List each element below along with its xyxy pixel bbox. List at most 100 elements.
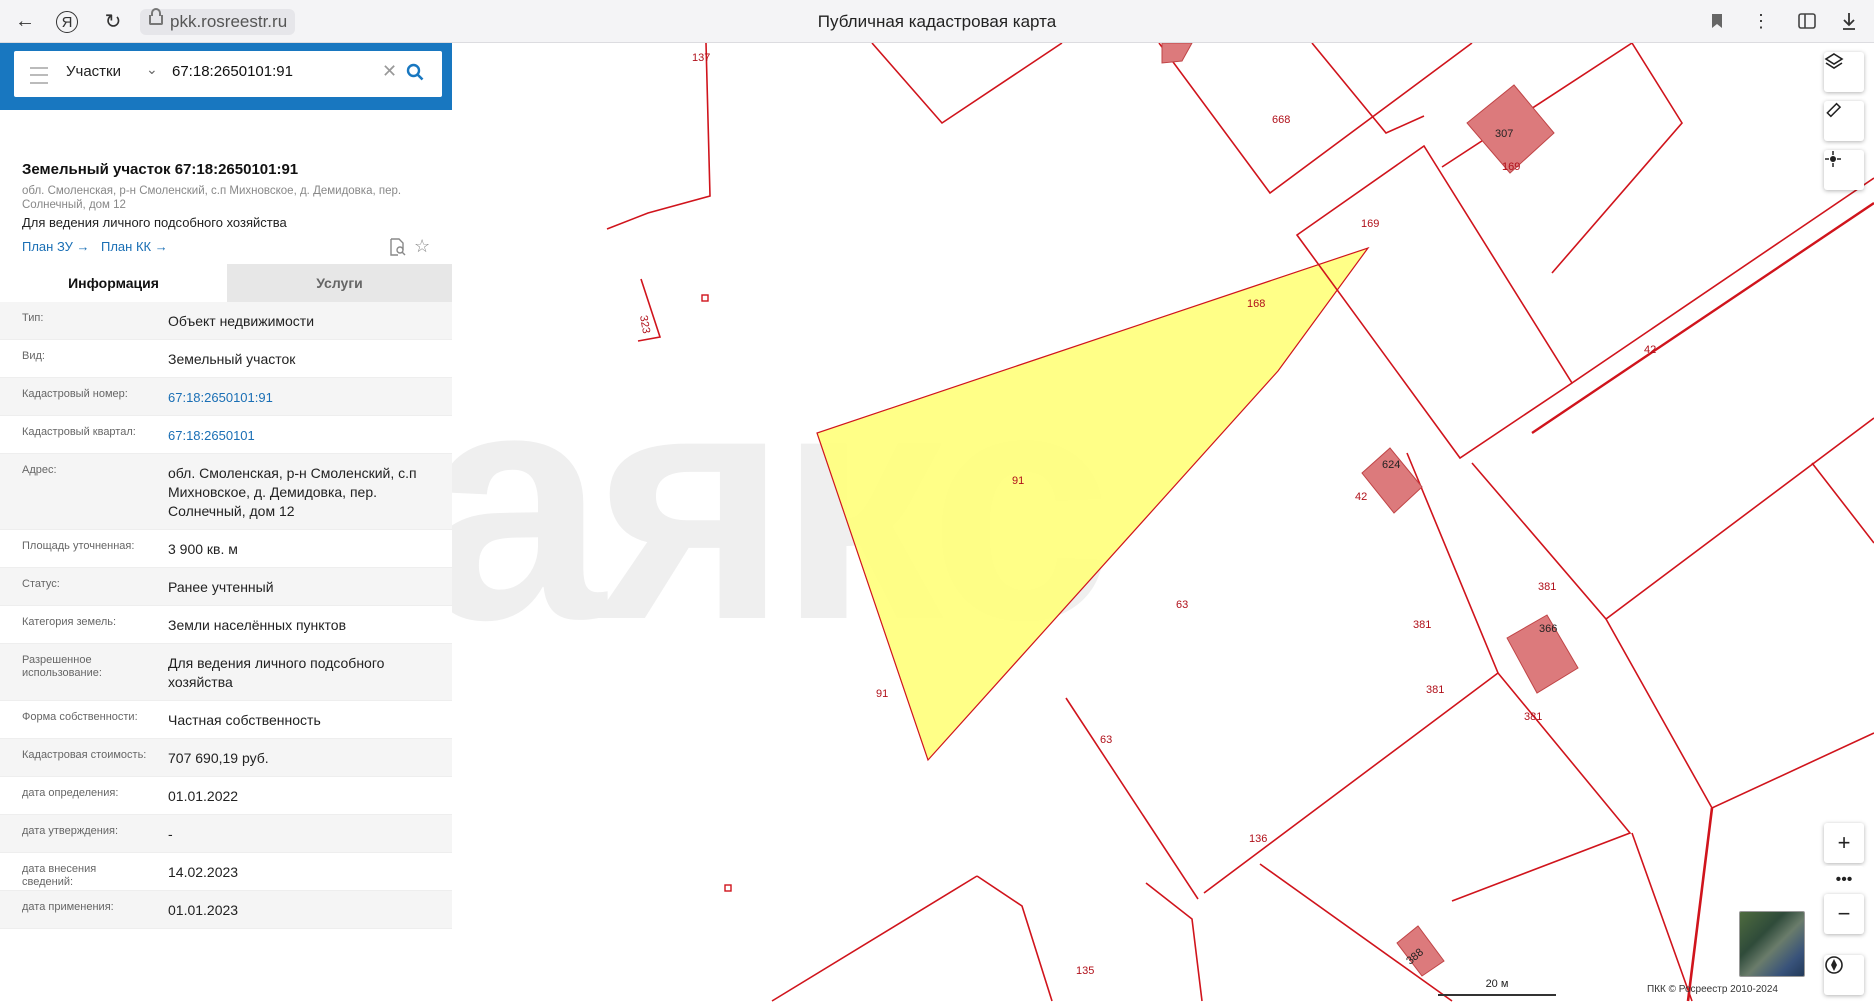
parcel-address: обл. Смоленская, р-н Смоленский, с.п Мих… [22,185,402,211]
parcel-label: 169 [1361,218,1379,230]
parcel-boundary [1605,618,1874,810]
property-row: Адрес: обл. Смоленская, р-н Смоленский, с… [0,454,452,530]
property-value: 707 690,19 руб. [168,750,269,766]
parcel-boundary [1295,144,1574,460]
yandex-button[interactable]: Я [56,11,78,33]
parcel-boundary [1686,807,1714,1002]
property-label: Кадастровая стоимость: [22,749,147,761]
more-button[interactable]: ••• [1824,866,1864,894]
parcel-boundary [1145,882,1203,1002]
property-row: Тип: Объект недвижимости [0,302,452,340]
plan-zu-link[interactable]: План ЗУ → [22,239,90,254]
locate-button[interactable] [1824,150,1864,190]
parcel-boundary [1571,177,1874,384]
parcel-label: 668 [1272,114,1290,126]
parcel-label: 169 [1502,161,1520,173]
compass-button[interactable] [1824,955,1864,995]
property-value-link[interactable]: 67:18:2650101:91 [168,378,452,415]
properties-list: Тип: Объект недвижимости Вид: Земельный уча… [0,302,452,929]
property-label: Форма собственности: [22,711,138,723]
zoom-in-button[interactable]: + [1824,823,1864,863]
browser-toolbar: ← Я ↻ pkk.rosreestr.ru Публичная кадастр… [0,0,1874,43]
clear-icon[interactable]: ✕ [382,61,397,82]
parcel-boundary [1065,697,1199,900]
property-value: Частная собственность [168,712,321,728]
property-row: Категория земель: Земли населённых пункто… [0,606,452,644]
layers-button[interactable] [1824,52,1864,92]
parcel-boundary [976,875,1053,1002]
scale-label: 20 м [1485,978,1509,990]
star-icon[interactable]: ☆ [414,236,430,257]
bookmark-icon[interactable] [1702,6,1732,36]
parcel-label: 91 [876,688,888,700]
parcel-title: Земельный участок 67:18:2650101:91 [22,161,299,178]
parcel-label: 381 [1524,711,1542,723]
parcel-label: 42 [1355,491,1367,503]
property-row: Площадь уточненная: 3 900 кв. м [0,530,452,568]
search-bar: Участки ⌄ ✕ ‹ [0,43,468,110]
document-search-icon[interactable] [388,238,406,261]
map-view[interactable]: аякс 137 323 668 307 169 169 168 42 624 … [452,43,1874,1002]
tab-services[interactable]: Услуги [227,264,452,302]
property-row: дата определения: 01.01.2022 [0,777,452,815]
property-value: обл. Смоленская, р-н Смоленский, с.п Мих… [168,465,417,519]
property-label: Статус: [22,578,60,590]
property-row: Кадастровый квартал: 67:18:2650101 [0,416,452,454]
search-icon[interactable] [406,63,424,86]
reload-button[interactable]: ↻ [98,6,128,36]
point-marker [724,884,732,892]
parcel-label: 366 [1539,623,1557,635]
sidebar-icon[interactable] [1792,6,1822,36]
property-value-link[interactable]: 67:18:2650101 [168,416,452,453]
parcel-boundary [1631,832,1693,1002]
property-label: Тип: [22,312,44,324]
property-label: Площадь уточненная: [22,540,135,552]
search-type-select[interactable]: Участки [66,63,121,80]
property-value: 3 900 кв. м [168,541,238,557]
parcel-label: 381 [1413,619,1431,631]
parcel-purpose: Для ведения личного подсобного хозяйства [22,215,287,230]
menu-icon[interactable] [30,67,48,84]
scale-bar [1438,991,1556,996]
property-value: 01.01.2022 [168,788,239,804]
parcel-label: 624 [1382,459,1400,471]
parcel-boundary [871,43,1063,125]
menu-dots-icon[interactable]: ⋮ [1746,6,1776,36]
parcel-boundary [771,875,978,1002]
property-value: 01.01.2023 [168,902,239,918]
parcel-boundary [1551,43,1683,274]
parcel-label: 63 [1176,599,1188,611]
basemap-switcher[interactable] [1739,911,1805,977]
parcel-boundary [1451,672,1632,902]
property-label: Разрешенное использование: [22,654,102,679]
url-text: pkk.rosreestr.ru [170,12,288,31]
property-row: Кадастровая стоимость: 707 690,19 руб. [0,739,452,777]
search-box: Участки ⌄ ✕ [14,51,442,97]
address-bar[interactable]: pkk.rosreestr.ru [140,8,296,35]
property-label: Кадастровый квартал: [22,426,136,438]
copyright: ПКК © Росреестр 2010-2024 [1647,984,1778,995]
parcel-label: 168 [1247,298,1265,310]
parcel-label: 91 [1012,475,1024,487]
property-label: дата внесения сведений: [22,863,97,888]
chevron-down-icon[interactable]: ⌄ [146,61,158,78]
map-canvas[interactable]: аякс 137 323 668 307 169 169 168 42 624 … [452,43,1874,1002]
parcel-boundary [1811,462,1874,544]
property-value: Земельный участок [168,351,296,367]
property-value: Объект недвижимости [168,313,315,329]
ruler-button[interactable] [1824,101,1864,141]
parcel-label: 307 [1495,128,1513,140]
point-marker [701,294,709,302]
parcel-label: 63 [1100,734,1112,746]
property-row: Статус: Ранее учтенный [0,568,452,606]
property-row: дата применения: 01.01.2023 [0,891,452,929]
download-icon[interactable] [1834,6,1864,36]
parcel-label: 135 [1076,965,1094,977]
plan-kk-link[interactable]: План КК → [101,239,168,254]
zoom-out-button[interactable]: − [1824,894,1864,934]
back-button[interactable]: ← [10,6,40,36]
property-row: Кадастровый номер: 67:18:2650101:91 [0,378,452,416]
search-input[interactable] [172,63,392,80]
tab-information[interactable]: Информация [0,264,227,302]
parcel-label: 42 [1644,344,1656,356]
